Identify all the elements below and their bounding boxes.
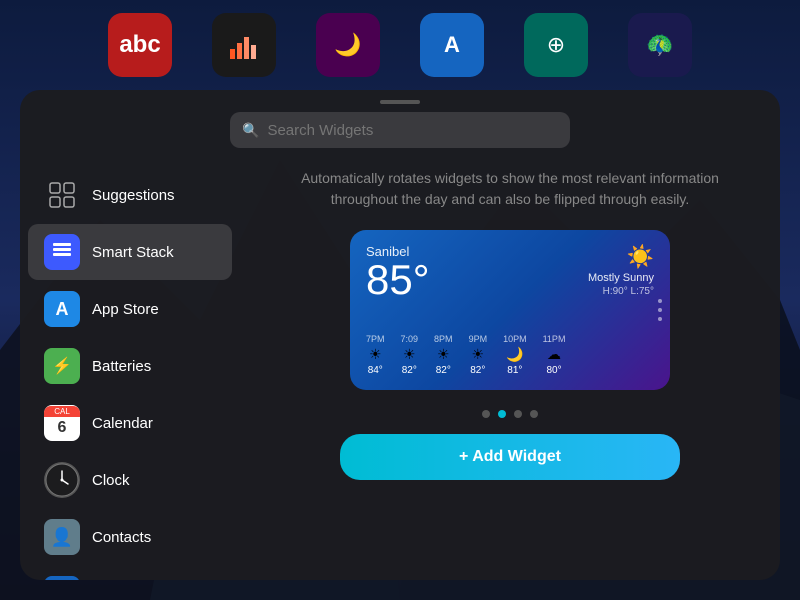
sidebar-item-batteries[interactable]: ⚡ Batteries bbox=[28, 338, 232, 394]
weather-hour-1: 7PM ☀ 84° bbox=[366, 334, 385, 376]
hour-icon-4: ☀ bbox=[472, 346, 485, 363]
smartstack-icon bbox=[44, 234, 80, 270]
hour-temp-5: 81° bbox=[507, 365, 522, 376]
weather-temperature: 85° bbox=[366, 259, 430, 301]
top-icon-focus: 🌙 bbox=[316, 13, 380, 77]
sidebar-item-smartstack-label: Smart Stack bbox=[92, 244, 174, 261]
hour-time-3: 8PM bbox=[434, 334, 453, 344]
hour-icon-1: ☀ bbox=[369, 346, 382, 363]
hour-temp-6: 80° bbox=[546, 365, 561, 376]
hour-time-5: 10PM bbox=[503, 334, 527, 344]
clock-icon bbox=[44, 462, 80, 498]
weather-sun-icon: ☀️ bbox=[627, 244, 654, 270]
sidebar-item-dropbox[interactable]: Dropbox bbox=[28, 566, 232, 580]
hour-temp-2: 82° bbox=[402, 365, 417, 376]
appstore-icon: A bbox=[44, 291, 80, 327]
sidebar-item-batteries-label: Batteries bbox=[92, 358, 151, 375]
top-icons-bar: abc 🌙 A ⊕ 🦚 bbox=[0, 0, 800, 90]
page-dot-1 bbox=[482, 410, 490, 418]
page-dot-2 bbox=[498, 410, 506, 418]
sidebar-item-appstore-label: App Store bbox=[92, 301, 159, 318]
hour-icon-3: ☀ bbox=[437, 346, 450, 363]
page-indicator bbox=[482, 410, 538, 418]
sidebar-item-clock[interactable]: Clock bbox=[28, 452, 232, 508]
sidebar: Suggestions Smart Stack A App Sto bbox=[20, 158, 240, 580]
search-bar[interactable]: 🔍 bbox=[230, 112, 570, 148]
sidebar-item-appstore[interactable]: A App Store bbox=[28, 281, 232, 337]
sidebar-item-calendar[interactable]: CAL 6 Calendar bbox=[28, 395, 232, 451]
hour-icon-2: ☀ bbox=[403, 346, 416, 363]
page-dot-4 bbox=[530, 410, 538, 418]
sidebar-item-suggestions-label: Suggestions bbox=[92, 187, 175, 204]
top-icon-pbs: abc bbox=[108, 13, 172, 77]
widget-picker-panel: 🔍 Suggestions bbox=[20, 90, 780, 580]
weather-left: Sanibel 85° bbox=[366, 244, 430, 301]
search-icon: 🔍 bbox=[242, 122, 259, 139]
dropbox-icon bbox=[44, 576, 80, 580]
weather-hi-lo: H:90° L:75° bbox=[603, 286, 654, 297]
weather-hour-5: 10PM 🌙 81° bbox=[503, 334, 527, 376]
hour-temp-4: 82° bbox=[470, 365, 485, 376]
sidebar-item-contacts[interactable]: 👤 Contacts bbox=[28, 509, 232, 565]
top-icon-nbc: 🦚 bbox=[628, 13, 692, 77]
hour-time-6: 11PM bbox=[543, 334, 566, 344]
sidebar-item-clock-label: Clock bbox=[92, 472, 130, 489]
widget-preview-area: Automatically rotates widgets to show th… bbox=[240, 158, 780, 580]
sidebar-item-suggestions[interactable]: Suggestions bbox=[28, 167, 232, 223]
top-icon-stats bbox=[212, 13, 276, 77]
top-icon-textgrab: A bbox=[420, 13, 484, 77]
search-input[interactable] bbox=[267, 122, 558, 139]
hour-icon-6: ☁ bbox=[547, 346, 561, 363]
hour-time-4: 9PM bbox=[469, 334, 488, 344]
sidebar-item-calendar-label: Calendar bbox=[92, 415, 153, 432]
page-dot-3 bbox=[514, 410, 522, 418]
widget-description: Automatically rotates widgets to show th… bbox=[270, 168, 750, 210]
weather-right: ☀️ Mostly Sunny H:90° L:75° bbox=[588, 244, 654, 297]
widget-scroll-dots bbox=[658, 299, 662, 321]
weather-widget-preview: Sanibel 85° ☀️ Mostly Sunny H:90° L:75° bbox=[350, 230, 670, 390]
calendar-icon: CAL 6 bbox=[44, 405, 80, 441]
drag-handle bbox=[380, 100, 420, 104]
weather-hourly: 7PM ☀ 84° 7:09 ☀ 82° 8PM ☀ 82° bbox=[366, 334, 654, 376]
suggestions-icon bbox=[44, 177, 80, 213]
weather-hour-3: 8PM ☀ 82° bbox=[434, 334, 453, 376]
hour-time-2: 7:09 bbox=[401, 334, 419, 344]
weather-top-section: Sanibel 85° ☀️ Mostly Sunny H:90° L:75° bbox=[366, 244, 654, 301]
weather-condition: Mostly Sunny bbox=[588, 272, 654, 284]
sidebar-item-contacts-label: Contacts bbox=[92, 529, 151, 546]
sidebar-item-smartstack[interactable]: Smart Stack bbox=[28, 224, 232, 280]
hour-time-1: 7PM bbox=[366, 334, 385, 344]
weather-hour-2: 7:09 ☀ 82° bbox=[401, 334, 419, 376]
weather-hour-6: 11PM ☁ 80° bbox=[543, 334, 566, 376]
hour-temp-1: 84° bbox=[368, 365, 383, 376]
hour-temp-3: 82° bbox=[436, 365, 451, 376]
weather-hour-4: 9PM ☀ 82° bbox=[469, 334, 488, 376]
panel-content: Suggestions Smart Stack A App Sto bbox=[20, 158, 780, 580]
add-widget-button[interactable]: + Add Widget bbox=[340, 434, 680, 480]
hour-icon-5: 🌙 bbox=[506, 346, 523, 363]
contacts-icon: 👤 bbox=[44, 519, 80, 555]
top-icon-textsoap: ⊕ bbox=[524, 13, 588, 77]
batteries-icon: ⚡ bbox=[44, 348, 80, 384]
